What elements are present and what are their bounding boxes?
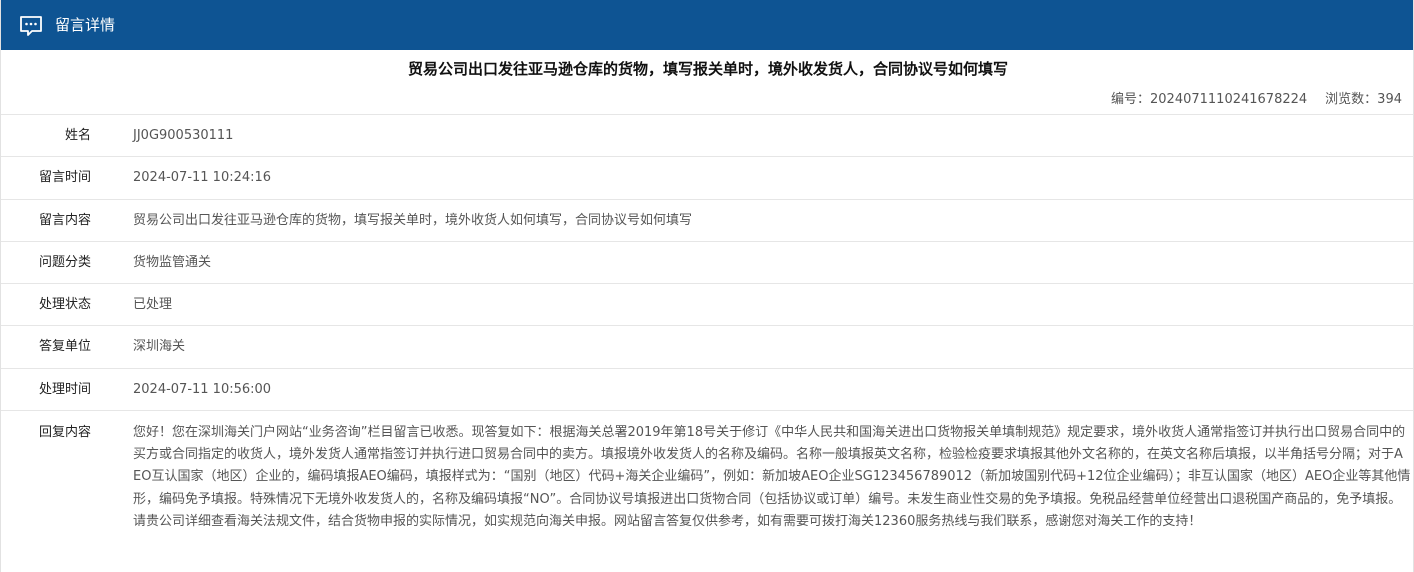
field-value: 2024-07-11 10:24:16 — [133, 170, 272, 186]
serial-label: 编号： — [1110, 92, 1150, 107]
field-value: JJ0G900530111 — [133, 128, 234, 143]
message-meta: 编号：2024071110241678224 浏览数：394 — [1111, 91, 1402, 109]
field-label: 处理时间 — [38, 381, 91, 397]
field-label: 姓名 — [64, 128, 91, 143]
field-value: 已处理 — [133, 297, 173, 313]
reply-text: 您好！您在深圳海关门户网站“业务咨询”栏目留言已收悉。现答复如下：根据海关总署2… — [133, 425, 1411, 529]
field-value: 贸易公司出口发往亚马逊仓库的货物，填写报关单时，境外收货人如何填写，合同协议号如… — [133, 212, 693, 228]
panel-header: 留言详情 — [1, 0, 1413, 50]
field-label: 答复单位 — [38, 339, 91, 355]
message-icon — [20, 16, 42, 36]
field-value: 2024-07-11 10:56:00 — [133, 381, 272, 397]
views-value: 394 — [1377, 92, 1402, 107]
serial-value: 2024071110241678224 — [1150, 92, 1308, 107]
field-row-process-time: 处理时间 2024-07-11 10:56:00 — [1, 369, 1413, 412]
field-label: 留言内容 — [38, 212, 91, 228]
field-row-message-content: 留言内容 贸易公司出口发往亚马逊仓库的货物，填写报关单时，境外收货人如何填写，合… — [1, 200, 1413, 242]
field-label: 处理状态 — [38, 297, 91, 313]
field-row-reply-content: 回复内容 您好！您在深圳海关门户网站“业务咨询”栏目留言已收悉。现答复如下：根据… — [1, 411, 1413, 571]
field-label: 留言时间 — [38, 170, 91, 186]
message-title: 贸易公司出口发往亚马逊仓库的货物，填写报关单时，境外收发货人，合同协议号如何填写 — [407, 60, 1008, 78]
field-row-status: 处理状态 已处理 — [1, 284, 1413, 327]
detail-table: 姓名 JJ0G900530111 留言时间 2024-07-11 10:24:1… — [1, 114, 1413, 571]
field-row-category: 问题分类 货物监管通关 — [1, 242, 1413, 285]
panel-title: 留言详情 — [55, 16, 116, 34]
field-label: 回复内容 — [38, 425, 91, 441]
field-row-name: 姓名 JJ0G900530111 — [1, 115, 1413, 158]
field-row-message-time: 留言时间 2024-07-11 10:24:16 — [1, 157, 1413, 200]
message-detail-panel: 留言详情 贸易公司出口发往亚马逊仓库的货物，填写报关单时，境外收发货人，合同协议… — [0, 0, 1414, 572]
field-value: 深圳海关 — [133, 339, 186, 355]
field-value: 货物监管通关 — [133, 254, 212, 270]
field-label: 问题分类 — [38, 254, 91, 270]
views-label: 浏览数： — [1325, 92, 1378, 107]
field-row-reply-unit: 答复单位 深圳海关 — [1, 326, 1413, 369]
